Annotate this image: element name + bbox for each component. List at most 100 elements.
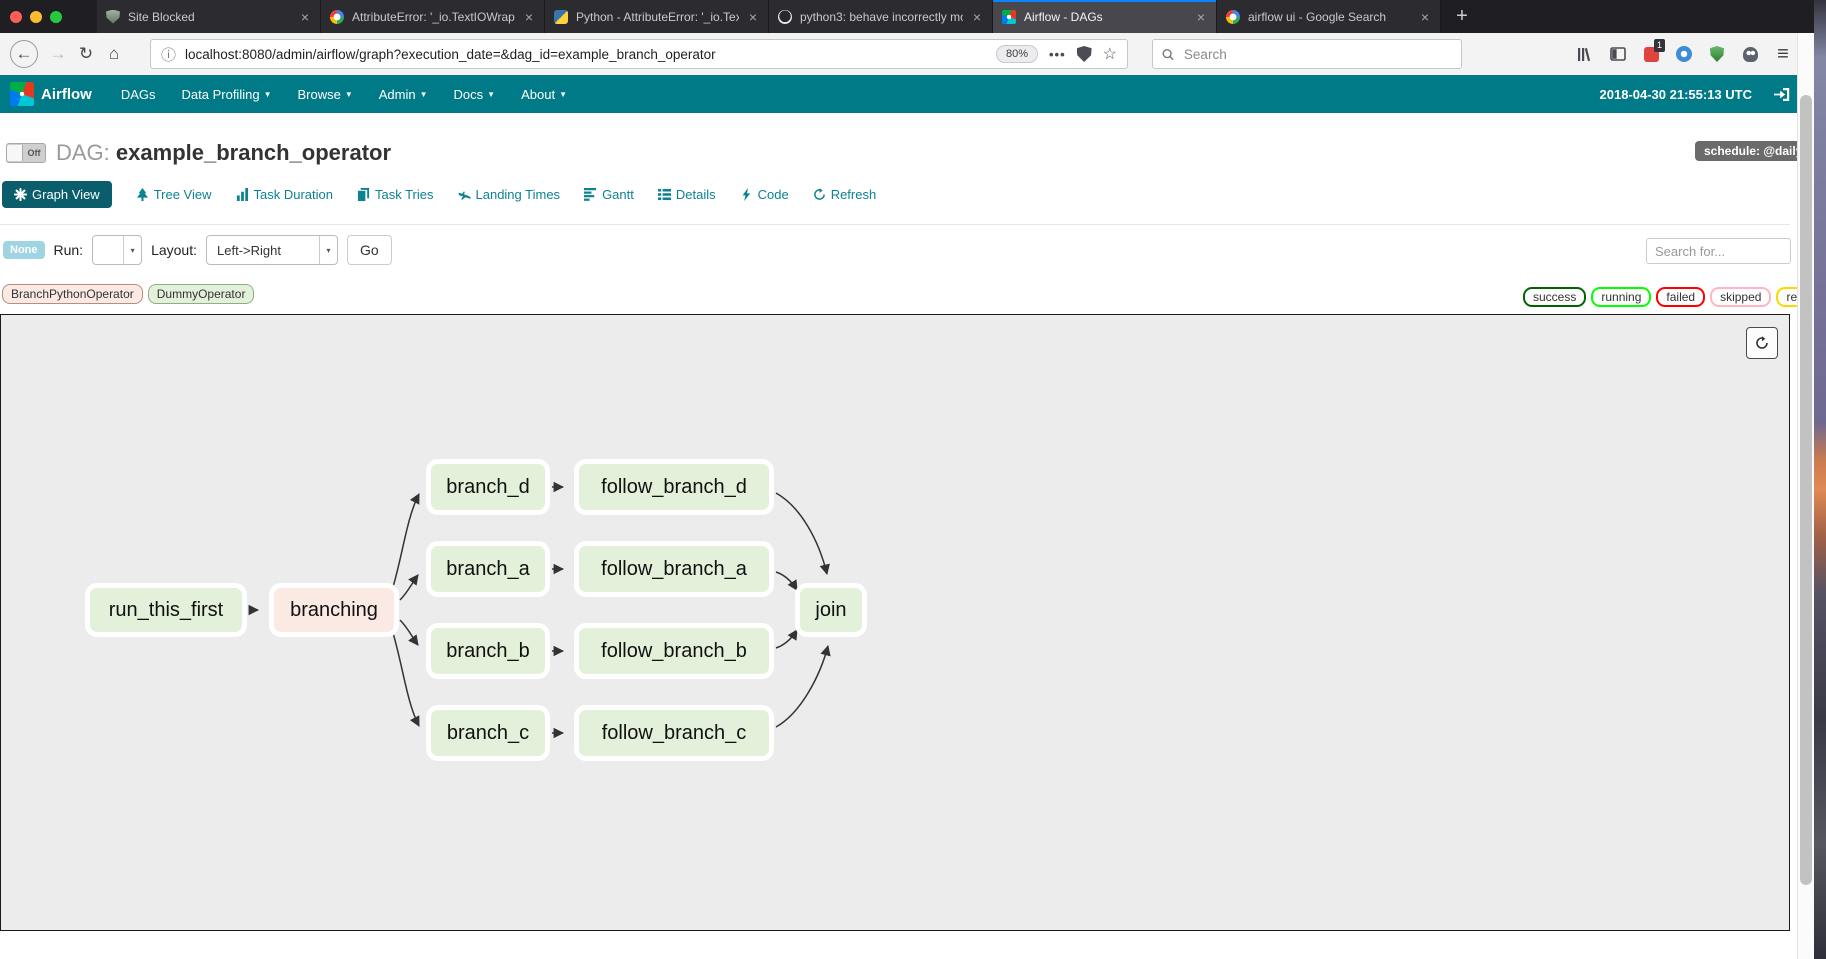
extension-adblock-icon[interactable]: 1 (1642, 45, 1660, 63)
tracking-protection-icon[interactable] (1077, 46, 1092, 62)
view-tab-task-tries[interactable]: Task Tries (357, 187, 434, 202)
view-tab-label: Refresh (831, 187, 877, 202)
extension-blue-icon[interactable] (1675, 45, 1693, 63)
node-follow_branch_c[interactable]: follow_branch_c (574, 705, 774, 761)
brand-name: Airflow (41, 86, 92, 103)
sidebar-icon[interactable] (1609, 45, 1627, 63)
scrollbar-track[interactable] (1797, 33, 1814, 959)
nav-item-docs[interactable]: Docs▼ (441, 75, 509, 113)
home-button[interactable]: ⌂ (100, 40, 128, 68)
view-tab-label: Code (758, 187, 789, 202)
run-select[interactable]: ▾ (92, 235, 142, 265)
tab-title: Python - AttributeError: '_io.Tex (576, 10, 739, 24)
node-follow_branch_b[interactable]: follow_branch_b (574, 623, 774, 679)
nav-item-data-profiling[interactable]: Data Profiling▼ (169, 75, 285, 113)
nav-item-dags[interactable]: DAGs (108, 75, 169, 113)
view-tab-graph-view[interactable]: Graph View (2, 181, 112, 208)
browser-search-input[interactable] (1182, 46, 1452, 63)
new-tab-button[interactable]: + (1445, 0, 1479, 33)
dag-graph-canvas[interactable]: run_this_first branching branch_d follow_br… (0, 314, 1790, 931)
tab-close-icon[interactable]: × (971, 9, 983, 25)
divider (0, 224, 1790, 225)
view-tabs-row: Graph View Tree View Task Duration Task Tri… (2, 181, 876, 208)
node-follow_branch_a[interactable]: follow_branch_a (574, 541, 774, 597)
tab-close-icon[interactable]: × (1419, 9, 1431, 25)
layout-select[interactable]: Left->Right ▾ (206, 235, 338, 265)
url-bar[interactable]: ⓘ localhost:8080/admin/airflow/graph?exe… (150, 39, 1128, 69)
site-info-icon[interactable]: ⓘ (161, 44, 176, 65)
airflow-brand[interactable]: Airflow (10, 82, 92, 106)
view-tab-gantt[interactable]: Gantt (584, 187, 634, 202)
state-badge-success: success (1523, 287, 1586, 307)
tab-strip: Site Blocked×AttributeError: '_io.TextIO… (97, 0, 1441, 33)
node-branch_a[interactable]: branch_a (426, 541, 550, 597)
view-tab-landing-times[interactable]: Landing Times (458, 187, 561, 202)
node-join[interactable]: join (795, 583, 867, 637)
extension-ghostery-icon[interactable] (1741, 45, 1759, 63)
zoom-window-button[interactable] (50, 11, 62, 23)
tab-title: Airflow - DAGs (1024, 10, 1187, 24)
view-tab-label: Details (676, 187, 716, 202)
close-window-button[interactable] (10, 11, 22, 23)
browser-tab-airflow-ui-google-search[interactable]: airflow ui - Google Search× (1217, 0, 1441, 33)
toolbar-icons: 1 ≡ (1576, 45, 1804, 63)
view-tab-code[interactable]: Code (740, 187, 789, 202)
toggle-label: Off (23, 148, 45, 158)
browser-tab-attributeerror-io-textiowrapp[interactable]: AttributeError: '_io.TextIOWrapp × (321, 0, 545, 33)
forward-button[interactable]: → (44, 40, 72, 68)
node-branching[interactable]: branching (269, 583, 399, 637)
edge-follow_branch_a-to-join (776, 572, 797, 590)
task-search-input[interactable] (1646, 238, 1791, 264)
nav-item-about[interactable]: About▼ (508, 75, 580, 113)
scrollbar-thumb[interactable] (1800, 95, 1812, 885)
browser-tab-python3-behave-incorrectly-mo[interactable]: python3: behave incorrectly mo× (769, 0, 993, 33)
dag-pause-toggle[interactable]: Off (6, 143, 46, 163)
logout-icon[interactable] (1774, 87, 1790, 102)
go-button[interactable]: Go (347, 235, 392, 265)
state-badge-failed: failed (1656, 287, 1705, 307)
node-branch_c[interactable]: branch_c (426, 705, 550, 761)
tab-title: AttributeError: '_io.TextIOWrapp (352, 10, 515, 24)
extension-shield-icon[interactable] (1708, 45, 1726, 63)
caret-down-icon: ▼ (345, 90, 353, 99)
menu-hamburger-icon[interactable]: ≡ (1774, 45, 1792, 63)
operator-badge-branchpythonoperator: BranchPythonOperator (2, 284, 143, 304)
graph-refresh-button[interactable] (1746, 327, 1778, 359)
nav-item-label: DAGs (121, 87, 156, 102)
tab-close-icon[interactable]: × (299, 9, 311, 25)
view-tab-tree-view[interactable]: Tree View (136, 187, 212, 202)
library-icon[interactable] (1576, 45, 1594, 63)
nav-item-label: Admin (379, 87, 416, 102)
dag-header: Off DAG: example_branch_operator (6, 140, 391, 166)
caret-down-icon: ▼ (420, 90, 428, 99)
view-tab-refresh[interactable]: Refresh (813, 187, 877, 202)
browser-tab-site-blocked[interactable]: Site Blocked× (97, 0, 321, 33)
edge-follow_branch_c-to-join (776, 646, 828, 727)
nav-item-browse[interactable]: Browse▼ (284, 75, 365, 113)
node-follow_branch_d[interactable]: follow_branch_d (574, 459, 774, 515)
back-button[interactable]: ← (10, 40, 38, 68)
zoom-level-badge[interactable]: 80% (996, 45, 1038, 63)
view-tab-task-duration[interactable]: Task Duration (236, 187, 333, 202)
graph-icon (14, 188, 27, 201)
tab-close-icon[interactable]: × (747, 9, 759, 25)
node-run_this_first[interactable]: run_this_first (85, 583, 247, 637)
reload-button[interactable]: ↻ (72, 40, 100, 68)
bookmark-star-icon[interactable]: ☆ (1103, 44, 1117, 64)
node-branch_b[interactable]: branch_b (426, 623, 550, 679)
url-text[interactable]: localhost:8080/admin/airflow/graph?execu… (185, 47, 716, 62)
browser-tab-python-attributeerror-io-tex[interactable]: Python - AttributeError: '_io.Tex × (545, 0, 769, 33)
tab-close-icon[interactable]: × (1195, 9, 1207, 25)
tab-close-icon[interactable]: × (523, 9, 535, 25)
browser-search-bar[interactable] (1152, 39, 1462, 69)
view-tab-details[interactable]: Details (658, 187, 716, 202)
edge-branching-to-branch_c (393, 633, 419, 726)
nav-item-label: Docs (454, 87, 484, 102)
browser-tab-airflow-dags[interactable]: Airflow - DAGs × (993, 0, 1217, 33)
python-favicon (554, 10, 568, 24)
nav-item-admin[interactable]: Admin ▼ (366, 75, 441, 113)
node-branch_d[interactable]: branch_d (426, 459, 550, 515)
page-actions-icon[interactable]: ••• (1049, 47, 1066, 62)
minimize-window-button[interactable] (30, 11, 42, 23)
view-tab-label: Task Duration (254, 187, 333, 202)
